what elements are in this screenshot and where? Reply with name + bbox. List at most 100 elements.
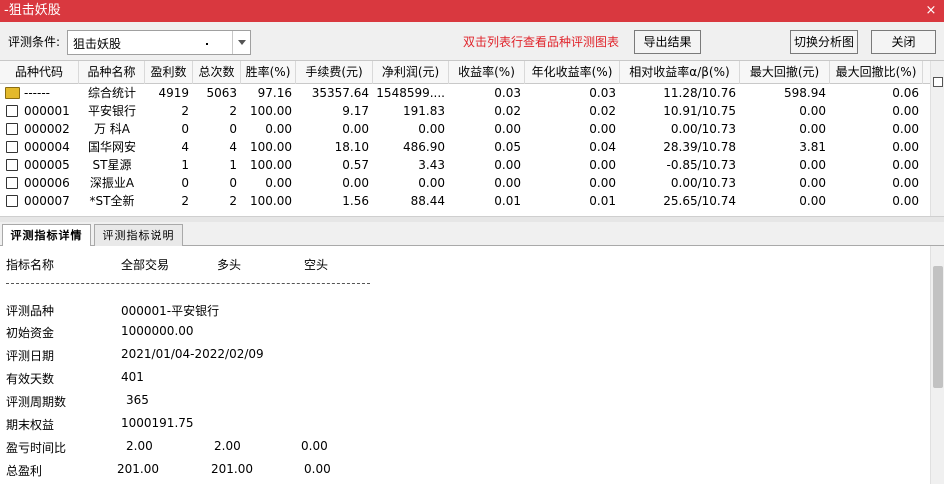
- document-icon: [6, 177, 18, 189]
- cell-annual-return: 0.04: [589, 140, 616, 154]
- item-value-all: 2.00: [126, 439, 153, 453]
- window-title: -狙击妖股: [4, 3, 61, 18]
- column-header-name[interactable]: 品种名称: [79, 61, 145, 84]
- cell-max-drawdown: 598.94: [784, 86, 826, 100]
- cell-wins: 4: [181, 140, 189, 154]
- cell-relative-return: -0.85/10.73: [666, 158, 736, 172]
- column-header-win-rate[interactable]: 胜率(%): [241, 61, 296, 84]
- cell-max-drawdown: 0.00: [799, 194, 826, 208]
- cell-relative-return: 28.39/10.78: [663, 140, 736, 154]
- column-header-net-profit[interactable]: 净利润(元): [373, 61, 449, 84]
- cell-annual-return: 0.00: [589, 122, 616, 136]
- tab-metric-description[interactable]: 评测指标说明: [94, 224, 183, 246]
- column-header-max-drawdown-ratio[interactable]: 最大回撤比(%): [830, 61, 923, 84]
- item-label: 评测品种: [6, 304, 55, 318]
- cell-win-rate: 100.00: [250, 158, 292, 172]
- table-row[interactable]: ------ 综合统计 4919 5063 97.16 35357.64 1548599..…: [0, 84, 930, 102]
- column-header-wins[interactable]: 盈利数: [145, 61, 193, 84]
- cell-code: 000002: [24, 122, 70, 136]
- cell-max-drawdown-ratio: 0.00: [892, 104, 919, 118]
- cell-return: 0.00: [494, 122, 521, 136]
- item-value-short: 0.00: [301, 439, 328, 453]
- column-header-code[interactable]: 品种代码: [0, 61, 79, 84]
- switch-chart-button[interactable]: 切换分析图: [790, 30, 858, 54]
- item-value: 000001-平安银行: [121, 304, 220, 318]
- cell-fee: 1.56: [342, 194, 369, 208]
- table-row[interactable]: 000001 平安银行 2 2 100.00 9.17 191.83 0.02 0.02 10.9…: [0, 102, 930, 120]
- results-table: 品种代码 品种名称 盈利数 总次数 胜率(%) 手续费(元) 净利润(元) 收益率(%) 年化收…: [0, 60, 944, 216]
- cell-total: 0: [229, 176, 237, 190]
- item-value-all: 201.00: [117, 462, 159, 476]
- table-scrollbar[interactable]: [930, 61, 944, 216]
- export-results-button[interactable]: 导出结果: [634, 30, 701, 54]
- item-value: 401: [121, 370, 144, 384]
- item-value: 1000191.75: [121, 416, 194, 430]
- cell-return: 0.05: [494, 140, 521, 154]
- column-checkbox[interactable]: [933, 77, 943, 87]
- item-label: 盈亏时间比: [6, 441, 67, 455]
- column-header-return[interactable]: 收益率(%): [449, 61, 525, 84]
- toolbar: 评测条件: 狙击妖股 双击列表行查看品种评测图表 导出结果 切换分析图 关闭: [0, 22, 944, 60]
- window-close-icon[interactable]: ×: [924, 0, 938, 22]
- cell-relative-return: 10.91/10.75: [663, 104, 736, 118]
- cell-net-profit: 0.00: [418, 122, 445, 136]
- separator-line: [6, 283, 370, 284]
- column-header-annual-return[interactable]: 年化收益率(%): [525, 61, 620, 84]
- table-row[interactable]: 000005 ST星源 1 1 100.00 0.57 3.43 0.00 0.00 -0.85/…: [0, 156, 930, 174]
- cell-total: 2: [229, 194, 237, 208]
- item-value: 2021/01/04-2022/02/09: [121, 347, 264, 361]
- table-row[interactable]: 000006 深振业A 0 0 0.00 0.00 0.00 0.00 0.00 0.00/10.…: [0, 174, 930, 192]
- close-button[interactable]: 关闭: [871, 30, 936, 54]
- item-label: 总盈利: [6, 464, 43, 478]
- cell-name: *ST全新: [89, 194, 135, 208]
- cell-code: 000004: [24, 140, 70, 154]
- cell-name: 平安银行: [87, 104, 136, 118]
- cell-total: 4: [229, 140, 237, 154]
- cell-wins: 2: [181, 104, 189, 118]
- cell-net-profit: 486.90: [403, 140, 445, 154]
- cell-max-drawdown: 0.00: [799, 176, 826, 190]
- condition-select-value: 狙击妖股: [73, 37, 122, 51]
- detail-scrollbar[interactable]: [930, 246, 944, 484]
- cell-total: 0: [229, 122, 237, 136]
- folder-icon: [5, 87, 20, 99]
- cell-relative-return: 11.28/10.76: [663, 86, 736, 100]
- cell-return: 0.01: [494, 194, 521, 208]
- cell-win-rate: 0.00: [265, 176, 292, 190]
- item-label: 有效天数: [6, 372, 55, 386]
- cell-win-rate: 100.00: [250, 194, 292, 208]
- cell-code: 000007: [24, 194, 70, 208]
- scrollbar-thumb[interactable]: [933, 266, 943, 388]
- cell-max-drawdown: 0.00: [799, 122, 826, 136]
- table-row[interactable]: 000004 国华网安 4 4 100.00 18.10 486.90 0.05 0.04 28.…: [0, 138, 930, 156]
- chevron-down-icon: [238, 40, 246, 45]
- table-row[interactable]: 000002 万 科A 0 0 0.00 0.00 0.00 0.00 0.00 0.00/10.…: [0, 120, 930, 138]
- cell-wins: 4919: [158, 86, 189, 100]
- column-header-relative-return[interactable]: 相对收益率α/β(%): [620, 61, 740, 84]
- item-value-long: 201.00: [211, 462, 253, 476]
- item-label: 期末权益: [6, 418, 55, 432]
- header-long: 多头: [217, 258, 242, 272]
- tab-metric-details[interactable]: 评测指标详情: [2, 224, 91, 247]
- column-header-total[interactable]: 总次数: [193, 61, 241, 84]
- title-bar: -狙击妖股 ×: [0, 0, 944, 22]
- column-header-fee[interactable]: 手续费(元): [296, 61, 373, 84]
- cell-fee: 9.17: [342, 104, 369, 118]
- cell-fee: 0.00: [342, 176, 369, 190]
- column-header-max-drawdown[interactable]: 最大回撤(元): [740, 61, 830, 84]
- cell-wins: 1: [181, 158, 189, 172]
- text-cursor: [206, 43, 208, 45]
- dropdown-button[interactable]: [232, 31, 250, 54]
- cell-max-drawdown: 3.81: [799, 140, 826, 154]
- condition-select[interactable]: 狙击妖股: [67, 30, 251, 55]
- cell-net-profit: 1548599....: [376, 86, 445, 100]
- item-label: 评测日期: [6, 349, 55, 363]
- hint-text: 双击列表行查看品种评测图表: [463, 35, 620, 49]
- table-row[interactable]: 000007 *ST全新 2 2 100.00 1.56 88.44 0.01 0.01 25.6…: [0, 192, 930, 210]
- cell-annual-return: 0.00: [589, 176, 616, 190]
- cell-return: 0.03: [494, 86, 521, 100]
- cell-max-drawdown-ratio: 0.00: [892, 140, 919, 154]
- cell-win-rate: 100.00: [250, 104, 292, 118]
- cell-relative-return: 0.00/10.73: [670, 176, 736, 190]
- item-value: 365: [126, 393, 149, 407]
